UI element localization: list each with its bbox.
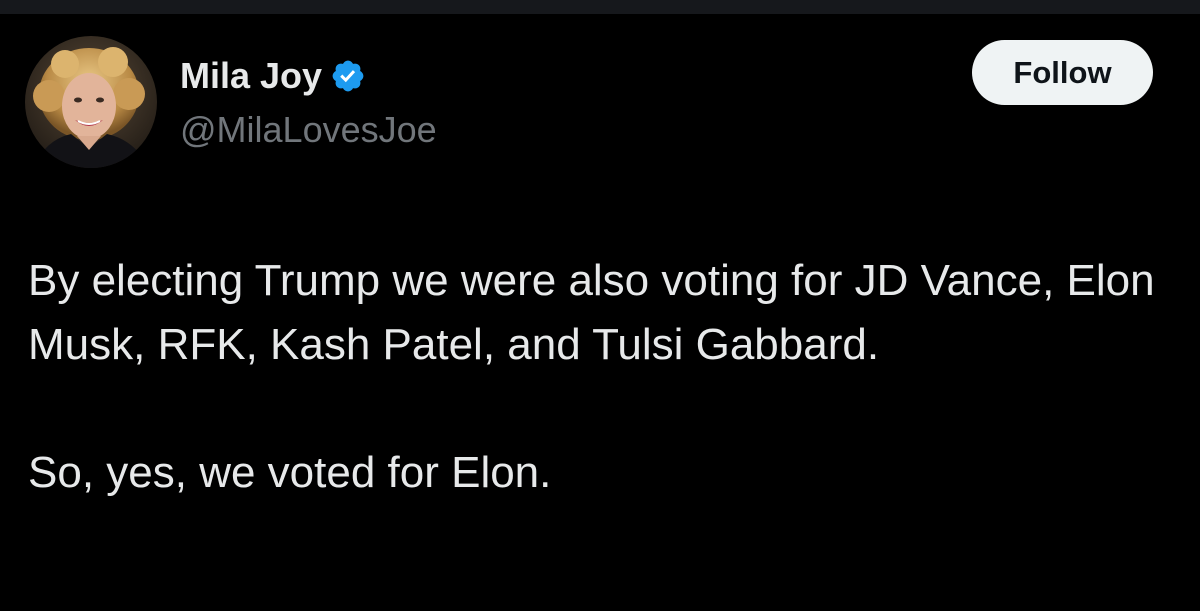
- user-name-row[interactable]: Mila Joy: [180, 56, 366, 96]
- tweet-text: By electing Trump we were also voting fo…: [28, 249, 1168, 505]
- avatar[interactable]: [25, 36, 157, 168]
- follow-button[interactable]: Follow: [972, 40, 1153, 105]
- tweet-card[interactable]: Mila Joy @MilaLovesJoe Follow By electin…: [0, 14, 1200, 611]
- profile-photo-icon: [25, 36, 157, 168]
- tweet-paragraph: By electing Trump we were also voting fo…: [28, 256, 1155, 369]
- tweet-paragraph: So, yes, we voted for Elon.: [28, 448, 552, 497]
- user-handle[interactable]: @MilaLovesJoe: [180, 110, 437, 150]
- verified-badge-icon: [330, 58, 366, 94]
- display-name[interactable]: Mila Joy: [180, 56, 322, 96]
- top-edge-strip: [0, 0, 1200, 14]
